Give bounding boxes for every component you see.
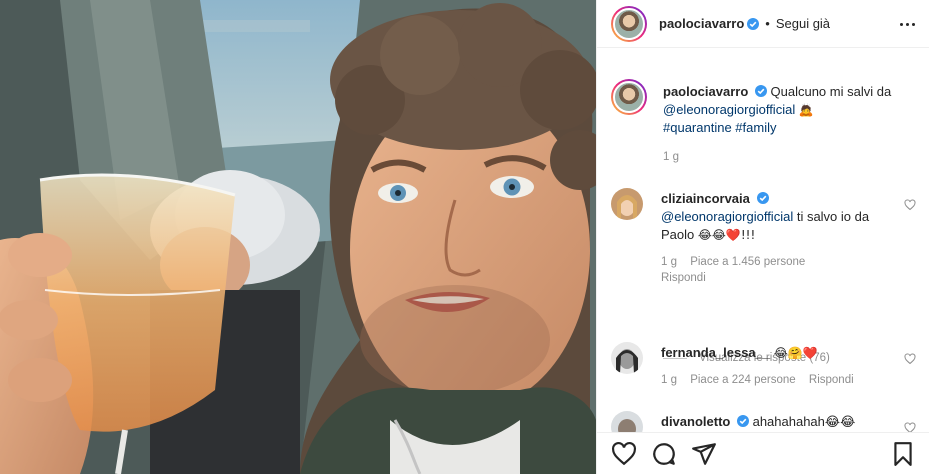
comment-username[interactable]: divanoletto [661,414,730,429]
comment-body: cliziaincorvaia @eleonoragiorgiofficial … [661,190,886,286]
comment-heart-icon[interactable] [904,199,916,211]
comment-time[interactable]: 1 g [661,374,677,386]
post-header: paolociavarro • Segui già [597,0,929,48]
comment-emoji: 😂🤗❤️ [773,346,818,360]
comment-heart-icon[interactable] [904,353,916,365]
comment-heart-icon[interactable] [904,422,916,432]
comments-area[interactable]: paolociavarro Qualcuno mi salvi da @eleo… [597,49,929,432]
caption-text: Qualcuno mi salvi da [770,84,892,99]
avatar[interactable] [611,5,647,42]
comment-likes[interactable]: Piace a 224 persone [690,374,796,386]
comment-time[interactable]: 1 g [661,256,677,268]
verified-badge-icon [754,85,767,97]
caption-text-block: paolociavarro Qualcuno mi salvi da @eleo… [663,83,913,165]
comment-username[interactable]: fernanda_lessa__ [661,345,770,360]
caption-mention[interactable]: @eleonoragiorgiofficial [663,102,795,117]
comment-likes[interactable]: Piace a 1.456 persone [690,256,805,268]
selfie-image [0,0,596,474]
post-side-panel: paolociavarro • Segui già paolociavarro … [596,0,929,474]
caption-emoji: 🙇 [798,103,814,117]
comment-body: fernanda_lessa__ 😂🤗❤️ 1 g Piace a 224 pe… [661,344,886,388]
caption-time[interactable]: 1 g [663,149,913,165]
comment-avatar[interactable] [611,342,643,374]
hashtag-family[interactable]: #family [735,120,776,135]
comment-emoji: 😂😂❤️!!! [697,228,756,242]
share-icon[interactable] [691,441,717,467]
header-username[interactable]: paolociavarro [659,16,744,31]
verified-badge-icon [736,415,749,427]
verified-badge-icon [747,17,760,30]
comment-text: ahahahahah😂😂 [752,414,856,429]
action-bar [597,432,929,474]
hashtag-quarantine[interactable]: #quarantine [663,120,732,135]
comment-icon[interactable] [651,441,677,467]
follow-separator: • [765,16,770,31]
comment-avatar[interactable] [611,188,643,220]
caption-avatar[interactable] [611,79,647,115]
bookmark-icon[interactable] [890,441,916,467]
comment-mention[interactable]: @eleonoragiorgiofficial [661,209,793,224]
comment-username[interactable]: cliziaincorvaia [661,191,750,206]
post-photo [0,0,596,474]
following-button[interactable]: Segui già [776,16,830,31]
heart-icon[interactable] [611,441,637,467]
more-options-icon[interactable] [898,16,916,32]
reply-button[interactable]: Rispondi [661,272,706,284]
comment-body: divanoletto ahahahahah😂😂 [661,413,886,431]
reply-button[interactable]: Rispondi [809,374,854,386]
verified-badge-icon [756,192,769,204]
comment-meta: 1 g Piace a 224 persone Rispondi [661,372,886,388]
comment-avatar[interactable] [611,411,643,432]
comment-meta: 1 g Piace a 1.456 persone Rispondi [661,254,886,286]
caption-username[interactable]: paolociavarro [663,84,748,99]
